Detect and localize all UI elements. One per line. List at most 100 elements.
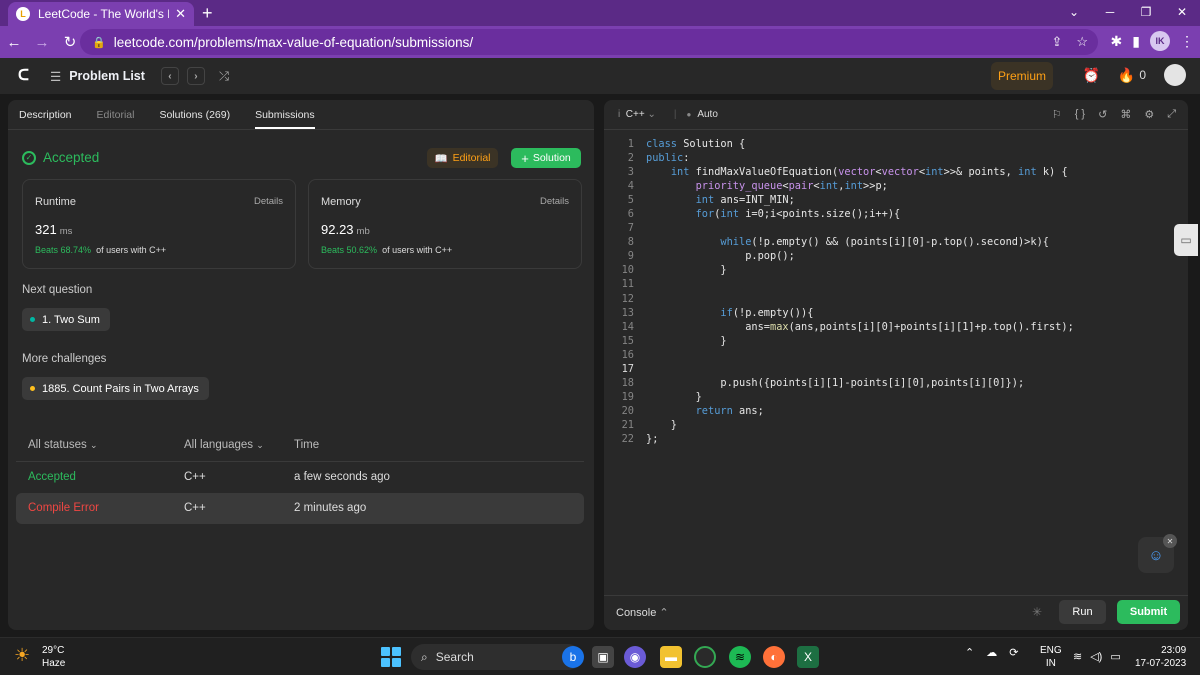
- code-line[interactable]: 19 }: [604, 390, 1188, 404]
- status-icons[interactable]: ≋ ◁) ▭: [1073, 650, 1121, 663]
- premium-button[interactable]: Premium: [991, 62, 1053, 90]
- problem-list-link[interactable]: Problem List: [69, 69, 145, 83]
- cloud-icon[interactable]: ☁: [986, 646, 997, 659]
- runtime-card[interactable]: Runtime Details 321 ms Beats 68.74% of us…: [22, 179, 296, 269]
- chevron-up-icon[interactable]: ⌃: [965, 646, 974, 659]
- code-line[interactable]: 12: [604, 292, 1188, 306]
- clock[interactable]: 23:09 17-07-2023: [1135, 644, 1186, 670]
- code-line[interactable]: 7: [604, 221, 1188, 235]
- time-header: Time: [294, 439, 320, 451]
- firefox-icon[interactable]: ◐: [763, 646, 785, 668]
- submission-row[interactable]: Accepted C++ a few seconds ago: [16, 462, 584, 493]
- streak[interactable]: 🔥 0: [1118, 67, 1146, 84]
- shuffle-icon[interactable]: ⤮: [219, 69, 229, 84]
- challenge-pill[interactable]: 1885. Count Pairs in Two Arrays: [22, 377, 209, 400]
- code-line[interactable]: 5 int ans=INT_MIN;: [604, 193, 1188, 207]
- taskbar-search[interactable]: ⌕ Search: [411, 644, 581, 670]
- bookmark-star-icon[interactable]: ☆: [1076, 34, 1088, 50]
- input-language[interactable]: ENG IN: [1040, 644, 1062, 670]
- code-line[interactable]: 16: [604, 348, 1188, 362]
- close-tab-icon[interactable]: ✕: [175, 6, 186, 22]
- minimize-icon[interactable]: ─: [1092, 0, 1128, 26]
- code-line[interactable]: 2 public:: [604, 151, 1188, 165]
- leetcode-logo[interactable]: ᑕ: [18, 68, 32, 84]
- status-filter[interactable]: All statuses ⌄: [28, 439, 98, 451]
- sidepanel-icon[interactable]: ▮: [1132, 33, 1140, 50]
- code-line[interactable]: 6 for(int i=0;i<points.size();i++){: [604, 207, 1188, 221]
- code-line[interactable]: 10 }: [604, 263, 1188, 277]
- code-line[interactable]: 14 ans=max(ans,points[i][0]+points[i][1]…: [604, 320, 1188, 334]
- code-line[interactable]: 21 }: [604, 418, 1188, 432]
- next-problem-icon[interactable]: ›: [186, 67, 205, 85]
- editorial-button-label: Editorial: [452, 152, 491, 164]
- debug-icon[interactable]: ✳: [1032, 605, 1042, 619]
- weather-widget[interactable]: ☀ 29°C Haze: [14, 644, 65, 670]
- close-chat-icon[interactable]: ✕: [1163, 534, 1177, 548]
- code-line[interactable]: 4 priority_queue<pair<int,int>>p;: [604, 179, 1188, 193]
- alarm-clock-icon[interactable]: ⏰: [1082, 67, 1099, 84]
- code-line[interactable]: 17: [604, 362, 1188, 376]
- excel-icon[interactable]: X: [797, 646, 819, 668]
- memory-details-link[interactable]: Details: [540, 196, 569, 207]
- code-line[interactable]: 18 p.push({points[i][1]-points[i][0],poi…: [604, 376, 1188, 390]
- memory-card[interactable]: Memory Details 92.23 mb Beats 50.62% of u…: [308, 179, 582, 269]
- prev-problem-icon[interactable]: ‹: [160, 67, 179, 85]
- code-line[interactable]: 9 p.pop();: [604, 249, 1188, 263]
- code-line[interactable]: 3 int findMaxValueOfEquation(vector<vect…: [604, 165, 1188, 179]
- console-toggle[interactable]: Console ⌃: [616, 606, 669, 619]
- language-select[interactable]: i C++ ⌄: [618, 109, 656, 120]
- back-icon[interactable]: ←: [0, 34, 28, 51]
- file-explorer-icon[interactable]: ▬: [660, 646, 682, 668]
- expand-icon[interactable]: ⤢: [1167, 108, 1176, 121]
- code-text: for(int i=0;i<points.size();i++){: [695, 208, 901, 221]
- notes-side-tab[interactable]: ▭: [1174, 224, 1198, 256]
- browser-tab[interactable]: L LeetCode - The World's Leading ✕: [8, 2, 194, 26]
- code-line[interactable]: 13 if(!p.empty()){: [604, 306, 1188, 320]
- code-line[interactable]: 22};: [604, 432, 1188, 446]
- bing-icon[interactable]: b: [562, 646, 584, 668]
- braces-icon[interactable]: { }: [1075, 108, 1085, 121]
- browser-menu-icon[interactable]: ⋮: [1180, 33, 1194, 50]
- submission-row[interactable]: Compile Error C++ 2 minutes ago: [16, 493, 584, 524]
- runtime-details-link[interactable]: Details: [254, 196, 283, 207]
- forward-icon[interactable]: →: [28, 34, 56, 51]
- chrome-icon[interactable]: [694, 646, 716, 668]
- submit-button[interactable]: Submit: [1117, 600, 1180, 624]
- extensions-icon[interactable]: ✱: [1111, 33, 1123, 50]
- start-button[interactable]: [381, 647, 401, 667]
- tab-submissions[interactable]: Submissions: [255, 109, 315, 129]
- editorial-button[interactable]: 📖 Editorial: [427, 148, 498, 168]
- shortcuts-icon[interactable]: ⌘: [1120, 108, 1131, 121]
- run-button[interactable]: Run: [1059, 600, 1106, 624]
- code-line[interactable]: 15 }: [604, 334, 1188, 348]
- temperature: 29°C: [42, 645, 65, 656]
- restore-icon[interactable]: ❐: [1128, 0, 1164, 26]
- settings-gear-icon[interactable]: ⚙: [1144, 108, 1154, 121]
- spotify-icon[interactable]: ≋: [729, 646, 751, 668]
- code-text: int ans=INT_MIN;: [695, 194, 795, 207]
- close-window-icon[interactable]: ✕: [1164, 0, 1200, 26]
- tab-editorial[interactable]: Editorial: [97, 109, 135, 129]
- next-question-pill[interactable]: 1. Two Sum: [22, 308, 110, 331]
- profile-avatar[interactable]: IK: [1150, 31, 1170, 51]
- code-line[interactable]: 1 class Solution {: [604, 137, 1188, 151]
- tab-description[interactable]: Description: [19, 109, 72, 129]
- task-view-icon[interactable]: ▣: [592, 646, 614, 668]
- sync-icon[interactable]: ⟳: [1009, 646, 1018, 659]
- code-line[interactable]: 11: [604, 277, 1188, 291]
- autocomplete-mode[interactable]: ● Auto: [686, 109, 717, 120]
- code-line[interactable]: 20 return ans;: [604, 404, 1188, 418]
- chat-icon[interactable]: ◉: [624, 646, 646, 668]
- bookmark-icon[interactable]: ⚐: [1052, 108, 1062, 121]
- code-area[interactable]: 1 class Solution {2 public: 3 int findMaxVa…: [604, 137, 1188, 446]
- language-filter[interactable]: All languages ⌄: [184, 439, 264, 451]
- tab-search-icon[interactable]: ⌄: [1056, 0, 1092, 26]
- solution-button[interactable]: + Solution: [511, 148, 581, 168]
- code-line[interactable]: 8 while(!p.empty() && (points[i][0]-p.to…: [604, 235, 1188, 249]
- tab-solutions[interactable]: Solutions (269): [159, 109, 230, 129]
- reset-icon[interactable]: ↺: [1098, 108, 1107, 121]
- user-avatar[interactable]: [1164, 64, 1186, 86]
- share-icon[interactable]: ⇪: [1051, 34, 1062, 50]
- url-field[interactable]: 🔒 leetcode.com/problems/max-value-of-equ…: [80, 29, 1098, 55]
- new-tab-icon[interactable]: +: [202, 3, 213, 24]
